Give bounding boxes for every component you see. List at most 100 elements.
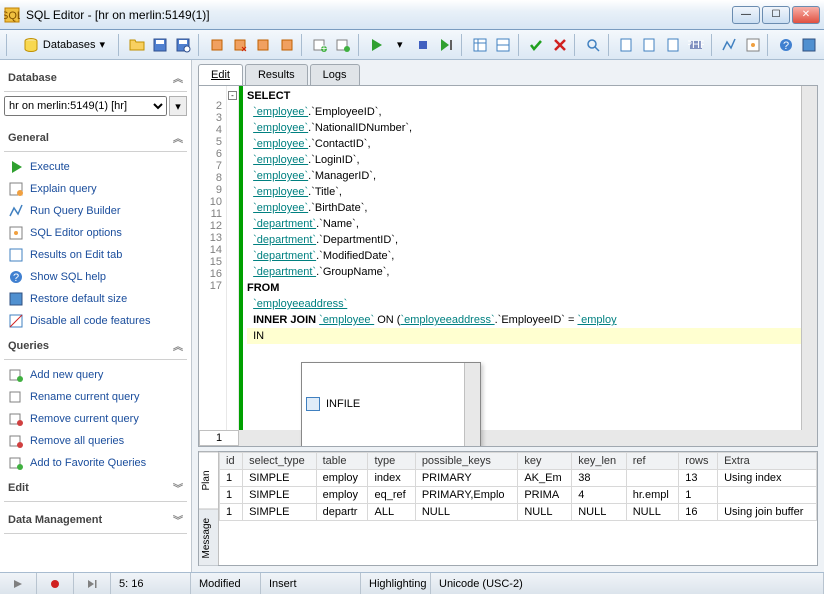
remove-all-link[interactable]: Remove all queries (4, 430, 187, 452)
column-header[interactable]: table (316, 453, 368, 470)
help-button[interactable]: ? (775, 34, 796, 56)
code-area[interactable]: SELECT `employee`.`EmployeeID`, `employe… (243, 86, 817, 446)
table-cell: departr (316, 504, 368, 521)
tab-edit[interactable]: Edit (198, 64, 243, 85)
results-tab-link[interactable]: Results on Edit tab (4, 244, 187, 266)
table-cell: AK_Em (518, 470, 572, 487)
restore-size-link[interactable]: Restore default size (4, 288, 187, 310)
tool-button-2[interactable] (229, 34, 250, 56)
explain-link[interactable]: Explain query (4, 178, 187, 200)
vtab-message[interactable]: Message (199, 509, 218, 566)
column-header[interactable]: select_type (243, 453, 317, 470)
query-builder-link[interactable]: Run Query Builder (4, 200, 187, 222)
group-database[interactable]: Database︽ (4, 64, 187, 92)
close-button[interactable]: ✕ (792, 6, 820, 24)
rollback-button[interactable] (549, 34, 570, 56)
execute-link[interactable]: Execute (4, 156, 187, 178)
favorite-button[interactable] (333, 34, 354, 56)
remove-icon (8, 411, 24, 427)
minimize-button[interactable]: — (732, 6, 760, 24)
save-button[interactable] (149, 34, 170, 56)
database-browse-button[interactable]: ▾ (169, 96, 187, 116)
restore-icon (8, 291, 24, 307)
editor-scrollbar-h[interactable]: 1 (199, 430, 817, 446)
export-php-button[interactable]: PHP (686, 34, 707, 56)
exec-to-cursor-button[interactable] (436, 34, 457, 56)
vtab-plan[interactable]: Plan (199, 452, 218, 509)
grid-button-2[interactable] (492, 34, 513, 56)
execute-button[interactable] (366, 34, 387, 56)
add-button[interactable]: + (309, 34, 330, 56)
column-header[interactable]: type (368, 453, 415, 470)
column-header[interactable]: key (518, 453, 572, 470)
table-row[interactable]: 1SIMPLEemployeq_refPRIMARY,EmploPRIMA4hr… (220, 487, 817, 504)
table-cell: 1 (679, 487, 718, 504)
options-button[interactable] (742, 34, 763, 56)
statusbar: 5: 16 Modified Insert Highlighting Unico… (0, 572, 824, 594)
disable-code-link[interactable]: Disable all code features (4, 310, 187, 332)
explain-icon (8, 181, 24, 197)
database-icon (23, 37, 39, 53)
export-button-2[interactable] (639, 34, 660, 56)
tool-button-3[interactable] (253, 34, 274, 56)
autocomplete-item[interactable]: INITIAL_SIZE (302, 445, 480, 446)
stop-button[interactable] (412, 34, 433, 56)
options-link[interactable]: SQL Editor options (4, 222, 187, 244)
remove-query-link[interactable]: Remove current query (4, 408, 187, 430)
export-button-3[interactable] (662, 34, 683, 56)
group-queries[interactable]: Queries︽ (4, 332, 187, 360)
column-header[interactable]: id (220, 453, 243, 470)
save-as-button[interactable] (173, 34, 194, 56)
add-query-link[interactable]: Add new query (4, 364, 187, 386)
column-header[interactable]: key_len (572, 453, 627, 470)
code-editor[interactable]: 234567891011121314151617 - SELECT `emplo… (198, 85, 818, 447)
group-edit[interactable]: Edit︾ (4, 474, 187, 502)
favorite-query-link[interactable]: Add to Favorite Queries (4, 452, 187, 474)
table-cell: employ (316, 487, 368, 504)
commit-button[interactable] (526, 34, 547, 56)
sql-help-link[interactable]: ?Show SQL help (4, 266, 187, 288)
maximize-button[interactable]: ☐ (762, 6, 790, 24)
fold-toggle-icon[interactable]: - (228, 91, 237, 100)
results-icon (8, 247, 24, 263)
status-play-button[interactable] (8, 575, 28, 593)
table-row[interactable]: 1SIMPLEemployindexPRIMARYAK_Em3813Using … (220, 470, 817, 487)
rename-query-link[interactable]: Rename current query (4, 386, 187, 408)
find-button[interactable] (582, 34, 603, 56)
chevron-up-icon: ︽ (173, 70, 183, 85)
group-general[interactable]: General︽ (4, 124, 187, 152)
column-header[interactable]: possible_keys (415, 453, 518, 470)
editor-scrollbar-v[interactable] (801, 86, 817, 446)
column-header[interactable]: Extra (718, 453, 817, 470)
tool-button-1[interactable] (206, 34, 227, 56)
tab-logs[interactable]: Logs (310, 64, 360, 85)
table-cell: PRIMARY (415, 470, 518, 487)
exec-dropdown-button[interactable]: ▾ (389, 34, 410, 56)
export-button-1[interactable] (615, 34, 636, 56)
encoding-status: Unicode (USC-2) (431, 573, 824, 594)
group-data-management[interactable]: Data Management︾ (4, 506, 187, 534)
autocomplete-item[interactable]: INFILE (302, 395, 480, 413)
tool-button-4[interactable] (276, 34, 297, 56)
query-builder-button[interactable] (719, 34, 740, 56)
open-file-button[interactable] (126, 34, 147, 56)
autocomplete-popup[interactable]: INFILE INITIAL_SIZE INNER INNOBASE (301, 362, 481, 446)
table-cell: Using index (718, 470, 817, 487)
autocomplete-scrollbar[interactable] (464, 363, 480, 446)
column-header[interactable]: ref (626, 453, 679, 470)
chart-icon (8, 203, 24, 219)
status-record-button[interactable] (45, 575, 65, 593)
column-header[interactable]: rows (679, 453, 718, 470)
table-row[interactable]: 1SIMPLEdepartrALLNULLNULLNULLNULL16Using… (220, 504, 817, 521)
chevron-up-icon: ︽ (173, 130, 183, 145)
status-step-button[interactable] (82, 575, 102, 593)
tab-results[interactable]: Results (245, 64, 308, 85)
grid-button-1[interactable] (469, 34, 490, 56)
cursor-position: 5: 16 (111, 573, 191, 594)
databases-dropdown[interactable]: Databases ▾ (14, 34, 114, 56)
layout-button[interactable] (799, 34, 820, 56)
database-select[interactable]: hr on merlin:5149(1) [hr] (4, 96, 167, 116)
keyword-icon (306, 397, 320, 411)
page-number: 1 (199, 430, 239, 446)
results-grid[interactable]: idselect_typetabletypepossible_keyskeyke… (219, 452, 817, 565)
